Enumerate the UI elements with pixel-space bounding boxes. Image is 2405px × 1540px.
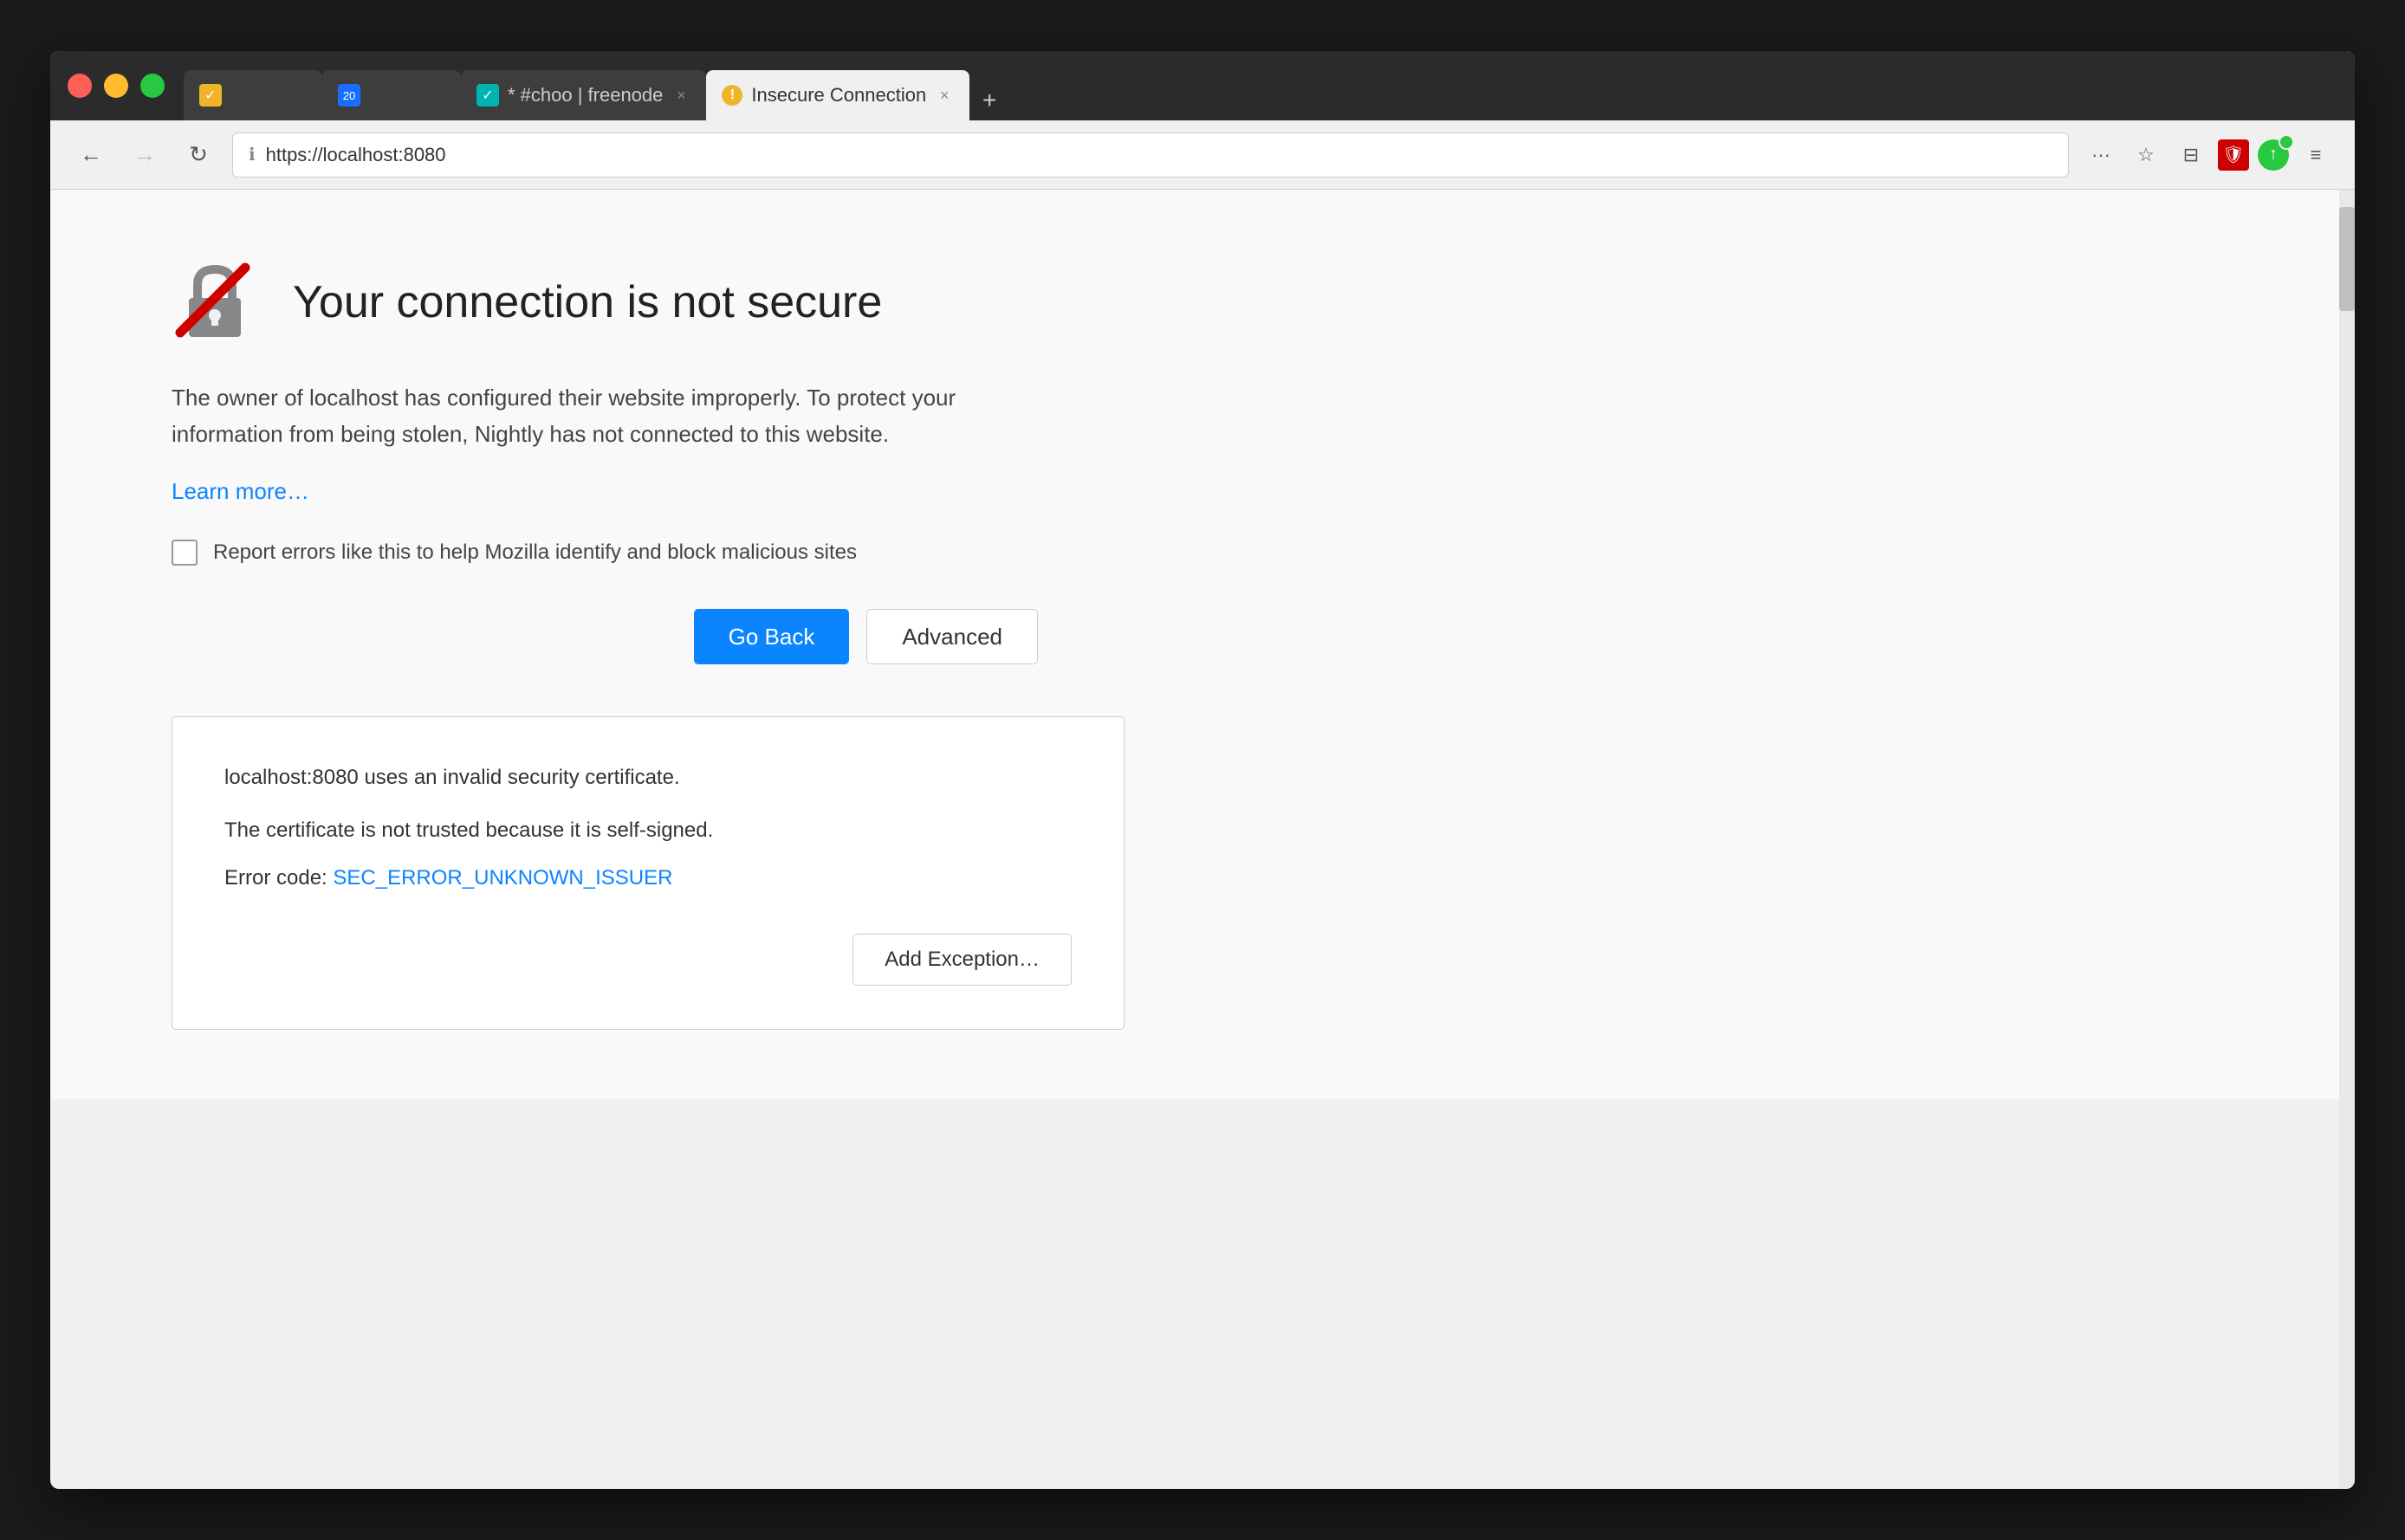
addon-badge: [2279, 134, 2294, 150]
tab-4[interactable]: ! Insecure Connection ×: [706, 70, 969, 120]
security-icon: ℹ: [249, 144, 256, 165]
tab-1[interactable]: ✓: [184, 70, 322, 120]
error-code-row: Error code: SEC_ERROR_UNKNOWN_ISSUER: [224, 866, 1072, 890]
button-row: Go Back Advanced: [172, 609, 1038, 664]
more-button[interactable]: ···: [2083, 137, 2119, 173]
checkbox-label: Report errors like this to help Mozilla …: [213, 540, 857, 565]
traffic-lights: [68, 74, 165, 98]
error-code-prefix: Error code:: [224, 866, 333, 890]
bookmark-button[interactable]: ☆: [2128, 137, 2164, 173]
tab-3-close[interactable]: ×: [671, 86, 690, 105]
tab-bar: ✓ 20 ✓ * #choo | freenode × ! Insecure C…: [184, 51, 2337, 120]
new-tab-button[interactable]: +: [969, 81, 1009, 120]
lock-icon-container: [172, 259, 258, 346]
add-exception-row: Add Exception…: [224, 934, 1072, 986]
url-display: https://localhost:8080: [266, 144, 2052, 166]
learn-more-link[interactable]: Learn more…: [172, 478, 1211, 505]
close-button[interactable]: [68, 74, 92, 98]
menu-button[interactable]: ≡: [2298, 137, 2334, 173]
scrollbar-thumb[interactable]: [2339, 207, 2355, 311]
reader-button[interactable]: ⊟: [2173, 137, 2209, 173]
detail-line1: localhost:8080 uses an invalid security …: [224, 760, 1072, 796]
error-description: The owner of localhost has configured th…: [172, 380, 1038, 452]
shield-button[interactable]: 🛡: [2218, 139, 2249, 171]
tab-2[interactable]: 20: [322, 70, 461, 120]
minimize-button[interactable]: [104, 74, 128, 98]
addon-button[interactable]: ↑: [2258, 139, 2289, 171]
checkbox-row: Report errors like this to help Mozilla …: [172, 540, 1211, 566]
page-content: Your connection is not secure The owner …: [50, 190, 2355, 1099]
tab-1-favicon: ✓: [199, 84, 222, 107]
tab-3[interactable]: ✓ * #choo | freenode ×: [461, 70, 706, 120]
tab-3-title: * #choo | freenode: [508, 84, 663, 107]
tab-4-favicon: !: [722, 85, 742, 106]
error-title: Your connection is not secure: [293, 276, 882, 328]
report-errors-checkbox[interactable]: [172, 540, 198, 566]
browser-window: ✓ 20 ✓ * #choo | freenode × ! Insecure C…: [50, 51, 2355, 1489]
nav-bar: ← → ↻ ℹ https://localhost:8080 ··· ☆ ⊟ 🛡…: [50, 120, 2355, 190]
tab-3-favicon: ✓: [476, 84, 499, 107]
add-exception-button[interactable]: Add Exception…: [852, 934, 1072, 986]
nav-actions: ··· ☆ ⊟ 🛡 ↑ ≡: [2083, 137, 2334, 173]
address-bar[interactable]: ℹ https://localhost:8080: [232, 133, 2069, 178]
tab-2-favicon: 20: [338, 84, 360, 107]
lock-slash-icon: [172, 259, 258, 346]
detail-line2: The certificate is not trusted because i…: [224, 813, 1072, 849]
error-detail-box: localhost:8080 uses an invalid security …: [172, 716, 1125, 1030]
reload-button[interactable]: ↻: [178, 135, 218, 175]
title-bar: ✓ 20 ✓ * #choo | freenode × ! Insecure C…: [50, 51, 2355, 120]
error-code-link[interactable]: SEC_ERROR_UNKNOWN_ISSUER: [333, 866, 672, 890]
scrollbar-track[interactable]: [2339, 190, 2355, 1489]
tab-4-title: Insecure Connection: [751, 84, 926, 107]
page-wrapper: Your connection is not secure The owner …: [50, 190, 2355, 1489]
error-container: Your connection is not secure The owner …: [172, 259, 1211, 1030]
advanced-button[interactable]: Advanced: [866, 609, 1038, 664]
back-button[interactable]: ←: [71, 135, 111, 175]
maximize-button[interactable]: [140, 74, 165, 98]
tab-4-close[interactable]: ×: [935, 86, 954, 105]
go-back-button[interactable]: Go Back: [694, 609, 850, 664]
forward-button[interactable]: →: [125, 135, 165, 175]
error-header: Your connection is not secure: [172, 259, 1211, 346]
